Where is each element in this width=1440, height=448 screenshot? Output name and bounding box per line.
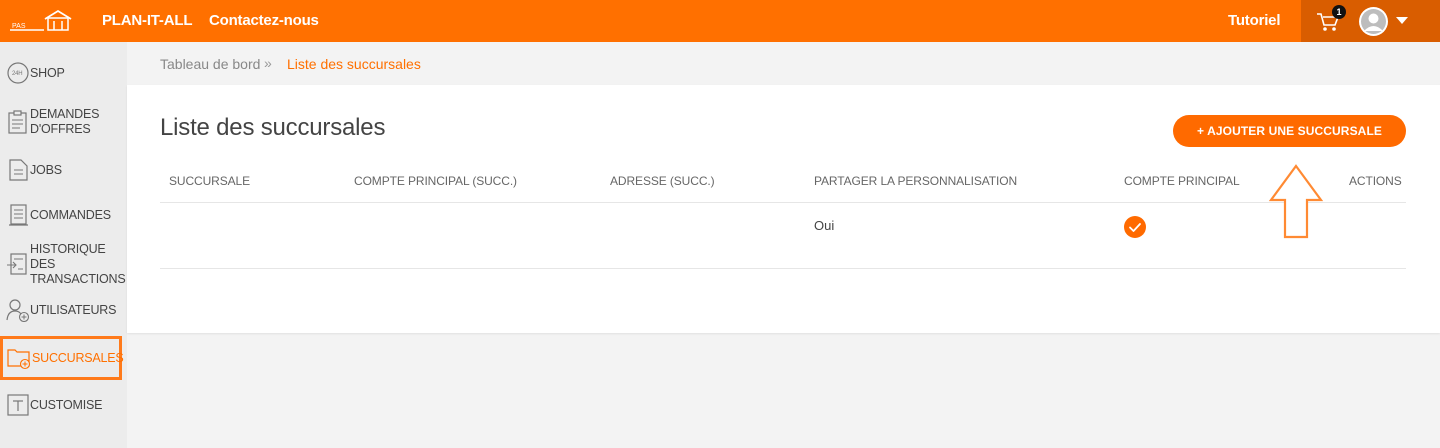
clipboard-icon [8, 110, 27, 134]
folder-add-icon [7, 349, 31, 370]
sidebar-item-jobs[interactable]: JOBS [0, 157, 127, 183]
customise-icon [7, 394, 29, 416]
page-title: Liste des succursales [160, 114, 386, 141]
user-area: 1 [1301, 0, 1440, 42]
sidebar-item-label: COMMANDES [30, 207, 111, 222]
sidebar-item-label: UTILISATEURS [30, 302, 117, 317]
sidebar: 24H SHOP DEMANDES D'OFFRES JOBS COMMANDE… [0, 42, 127, 448]
sidebar-item-label: SUCCURSALES [32, 350, 124, 365]
table-header-divider [160, 202, 1406, 203]
breadcrumb: Tableau de bord » Liste des succursales [127, 42, 1440, 85]
column-header-partager[interactable]: PARTAGER LA PERSONNALISATION [814, 174, 1017, 188]
document-icon [9, 159, 28, 181]
check-circle-icon [1124, 216, 1146, 238]
sidebar-item-shop[interactable]: 24H SHOP [0, 59, 127, 87]
main-card: Liste des succursales + AJOUTER UNE SUCC… [127, 85, 1440, 333]
avatar[interactable] [1359, 7, 1388, 36]
breadcrumb-current: Liste des succursales [287, 56, 421, 72]
top-bar: PAS PLAN-IT-ALL Contactez-nous Tutoriel … [0, 0, 1440, 42]
user-avatar-icon [1361, 9, 1386, 34]
cart-count-badge: 1 [1332, 5, 1346, 19]
sidebar-item-historique[interactable]: HISTORIQUE DES TRANSACTIONS [0, 242, 127, 286]
list-document-icon [9, 204, 28, 226]
breadcrumb-home-link[interactable]: Tableau de bord [160, 56, 260, 72]
sidebar-item-label: JOBS [30, 162, 62, 177]
contact-link[interactable]: Contactez-nous [209, 12, 319, 29]
sidebar-item-label: CUSTOMISE [30, 397, 103, 412]
column-header-succursale[interactable]: SUCCURSALE [169, 174, 250, 188]
column-header-adresse-succ[interactable]: ADRESSE (SUCC.) [610, 174, 715, 188]
sidebar-item-demandes[interactable]: DEMANDES D'OFFRES [0, 106, 127, 138]
sidebar-item-customise[interactable]: CUSTOMISE [0, 392, 127, 418]
add-branch-button[interactable]: + AJOUTER UNE SUCCURSALE [1173, 115, 1406, 147]
chevron-down-icon[interactable] [1396, 17, 1408, 24]
brand-link[interactable]: PLAN-IT-ALL [102, 12, 192, 29]
sidebar-item-label: SHOP [30, 65, 65, 80]
add-user-icon [6, 299, 30, 322]
shop-24h-icon: 24H [7, 62, 29, 84]
arrow-up-icon [1268, 164, 1324, 239]
column-header-compte-principal[interactable]: COMPTE PRINCIPAL [1124, 174, 1240, 188]
table-row-divider [160, 268, 1406, 269]
transactions-icon [7, 253, 27, 275]
cell-partager: Oui [814, 218, 835, 233]
sidebar-item-label: DEMANDES D'OFFRES [30, 107, 100, 136]
svg-text:24H: 24H [12, 71, 22, 77]
logo-icon[interactable]: PAS [10, 8, 72, 34]
sidebar-item-succursales[interactable]: SUCCURSALES [0, 336, 124, 380]
sidebar-item-commandes[interactable]: COMMANDES [0, 202, 127, 228]
tutorial-link[interactable]: Tutoriel [1228, 12, 1280, 29]
sidebar-item-label: HISTORIQUE DES TRANSACTIONS [30, 241, 126, 286]
column-header-actions: ACTIONS [1349, 174, 1402, 188]
sidebar-item-utilisateurs[interactable]: UTILISATEURS [0, 297, 127, 323]
breadcrumb-separator: » [264, 55, 272, 71]
svg-text:PAS: PAS [12, 23, 26, 30]
column-header-compte-principal-succ[interactable]: COMPTE PRINCIPAL (SUCC.) [354, 174, 517, 188]
